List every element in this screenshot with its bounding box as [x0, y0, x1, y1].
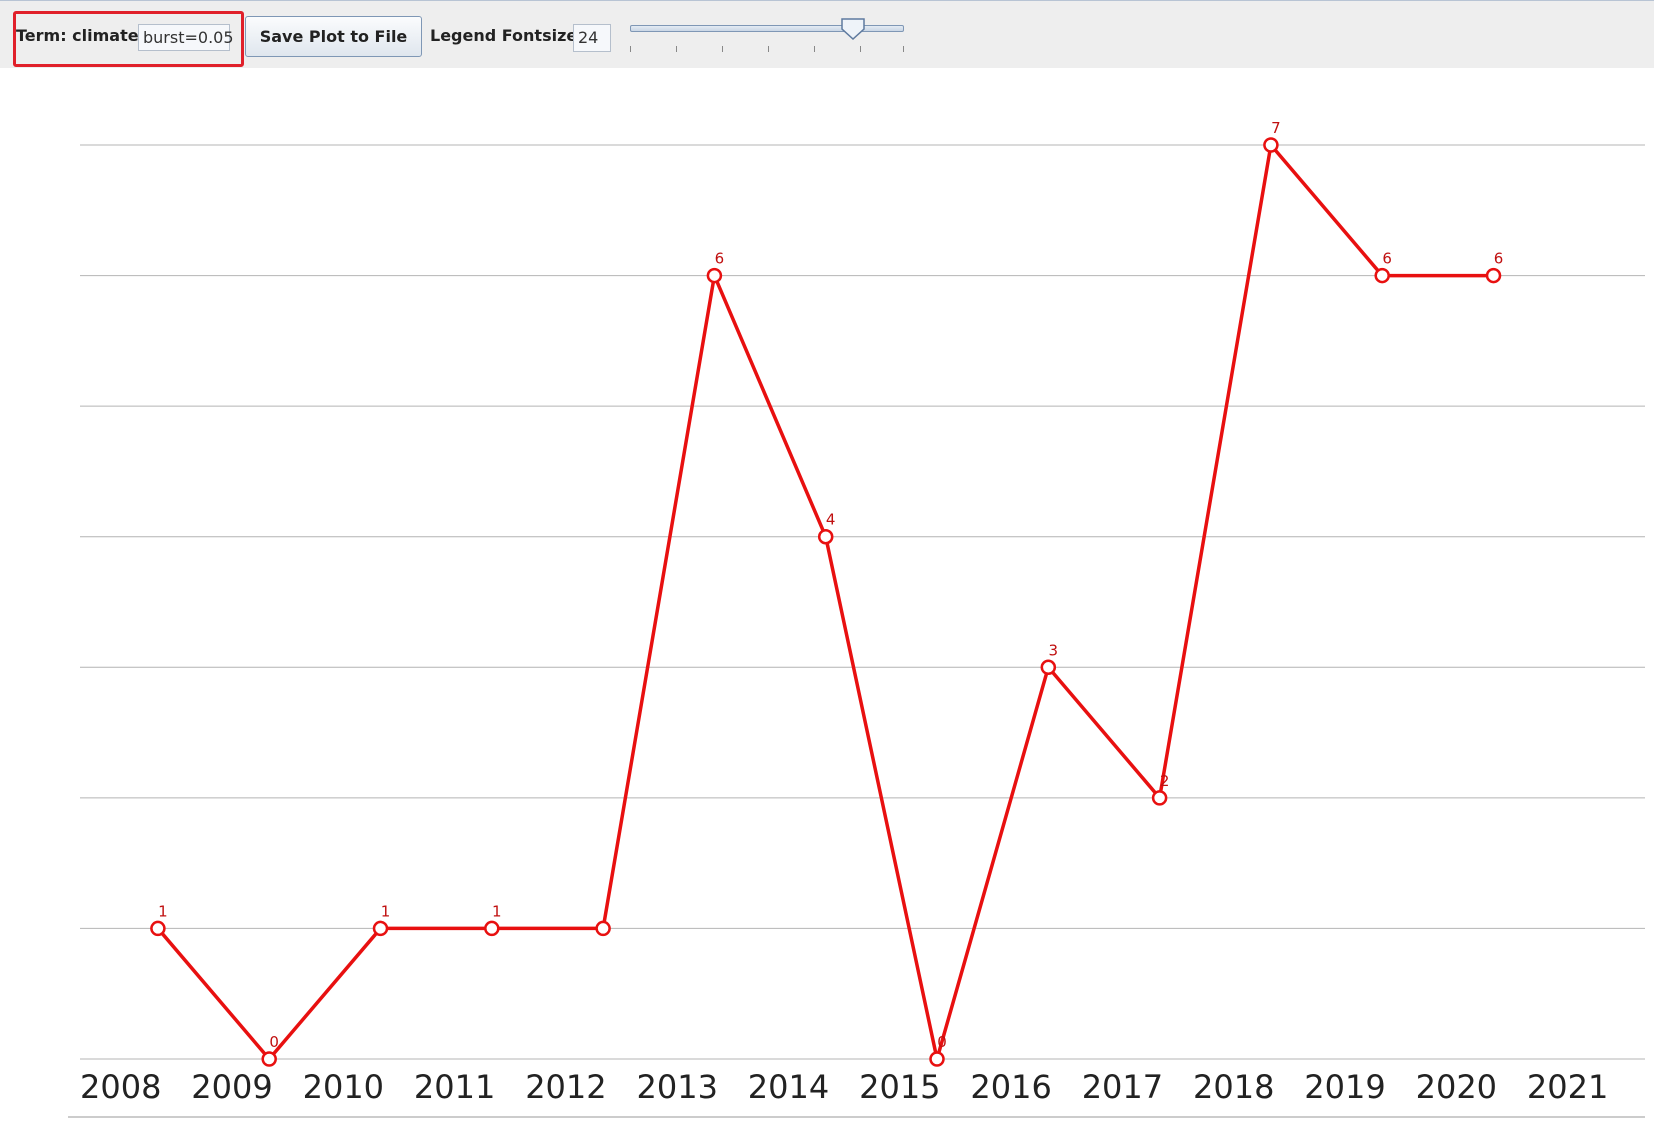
data-label: 7	[1271, 119, 1281, 137]
data-label: 6	[1494, 250, 1504, 268]
data-point	[1374, 267, 1390, 284]
data-label: 0	[269, 1033, 279, 1051]
line-chart: 2008 2009 2010 2011 2012 2013 2014 2015 2016 2017…	[68, 119, 1645, 1118]
slider-thumb[interactable]	[840, 17, 866, 41]
data-label: 6	[1382, 250, 1392, 268]
data-point	[484, 920, 500, 937]
x-tick-label: 2008	[80, 1068, 161, 1106]
x-tick-label: 2011	[414, 1068, 495, 1106]
data-point	[1151, 790, 1168, 806]
slider-tick	[676, 46, 677, 52]
slider-tick	[722, 46, 723, 52]
data-label: 0	[937, 1033, 947, 1051]
slider-tick	[768, 46, 769, 52]
x-tick-label: 2010	[303, 1068, 384, 1106]
data-label: 3	[1049, 641, 1059, 659]
x-tick-label: 2014	[748, 1068, 829, 1106]
data-label: 6	[715, 250, 725, 268]
toolbar: Term: climate burst=0.05 Save Plot to Fi…	[0, 0, 1654, 68]
x-tick-label: 2017	[1082, 1068, 1163, 1106]
save-plot-button[interactable]: Save Plot to File	[245, 16, 422, 57]
x-tick-label: 2012	[525, 1068, 606, 1106]
data-point	[817, 528, 834, 545]
x-tick-label: 2019	[1304, 1068, 1385, 1106]
x-tick-label: 2013	[637, 1068, 718, 1106]
data-label: 1	[158, 902, 168, 920]
slider-tick	[630, 46, 631, 52]
data-point	[372, 920, 389, 937]
data-label: 1	[381, 902, 391, 920]
data-point	[706, 267, 723, 284]
x-tick-label: 2015	[859, 1068, 940, 1106]
x-tick-label: 2018	[1193, 1068, 1274, 1106]
data-point	[1263, 137, 1279, 153]
x-tick-label: 2016	[970, 1068, 1051, 1106]
highlight-box	[13, 11, 244, 67]
series-line	[156, 143, 1494, 1061]
x-tick-label: 2009	[191, 1068, 272, 1106]
data-point	[929, 1051, 945, 1067]
data-point	[1040, 659, 1057, 676]
data-label: 1	[492, 902, 502, 920]
data-point	[1485, 267, 1502, 284]
data-point	[595, 920, 611, 937]
data-point	[150, 920, 166, 937]
data-label: 2	[1160, 772, 1170, 790]
slider-tick	[903, 46, 904, 52]
slider-tick	[814, 46, 815, 52]
slider-tick	[860, 46, 861, 52]
data-label: 4	[826, 511, 836, 529]
x-tick-label: 2020	[1416, 1068, 1497, 1106]
legend-fontsize-field[interactable]: 24	[573, 24, 611, 52]
x-tick-label: 2021	[1527, 1068, 1608, 1106]
data-point	[261, 1051, 277, 1067]
legend-fontsize-label: Legend Fontsize	[430, 26, 578, 45]
